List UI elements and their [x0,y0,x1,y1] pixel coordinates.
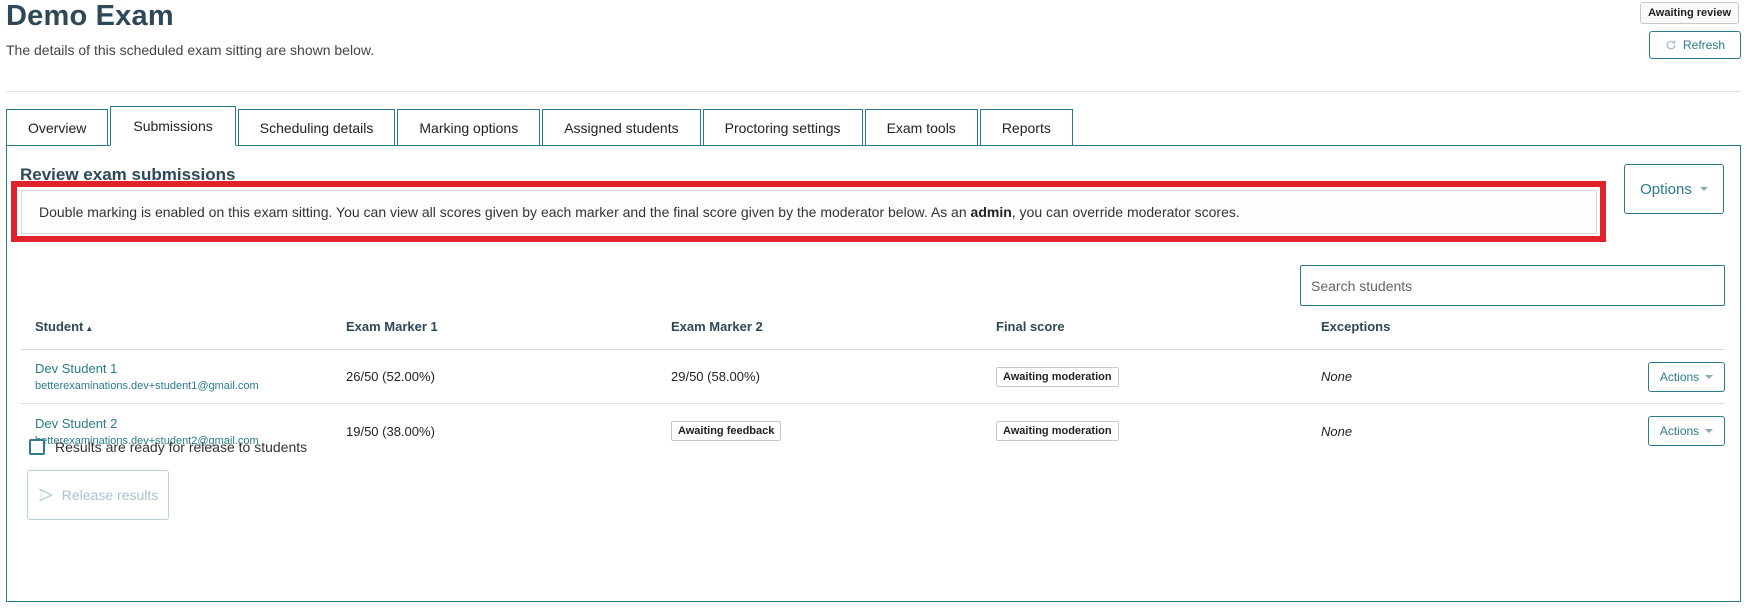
student-email-link[interactable]: betterexaminations.dev+student1@gmail.co… [35,380,346,392]
column-marker-1: Exam Marker 1 [346,319,438,334]
actions-label: Actions [1659,424,1700,438]
marker-1-score: 19/50 (38.00%) [346,423,435,439]
release-ready-label: Results are ready for release to student… [55,439,308,455]
column-exceptions: Exceptions [1321,319,1391,334]
tab-submissions[interactable]: Submissions [110,106,236,146]
status-badge: Awaiting review [1640,2,1739,24]
release-results-button[interactable]: Release results [27,470,169,520]
marker-2-cell: Awaiting feedback [671,421,996,441]
tab-proctoring-settings[interactable]: Proctoring settings [702,109,863,146]
tab-assigned-students[interactable]: Assigned students [542,109,701,146]
refresh-icon [1666,40,1676,50]
column-final-score: Final score [996,319,1065,334]
submissions-table: Student ▲ Exam Marker 1 Exam Marker 2 Fin… [21,304,1725,458]
chevron-down-icon [1699,187,1708,191]
final-score-badge: Awaiting moderation [996,366,1119,387]
exceptions-cell: None Actions [1321,416,1725,446]
options-dropdown[interactable]: Options [1624,164,1724,214]
column-student[interactable]: Student ▲ [21,319,346,334]
exceptions-value: None [1321,423,1353,439]
marker-2-badge: Awaiting feedback [671,421,782,441]
tab-exam-tools[interactable]: Exam tools [864,109,978,146]
release-results-label: Release results [61,487,159,503]
student-cell: Dev Student 1 betterexaminations.dev+stu… [21,361,346,392]
chevron-down-icon [1705,429,1714,433]
tab-overview[interactable]: Overview [6,109,109,146]
student-name-link[interactable]: Dev Student 2 [35,416,346,431]
refresh-button[interactable]: Refresh [1649,31,1741,59]
final-score-badge: Awaiting moderation [996,421,1119,441]
final-score-cell: Awaiting moderation [996,366,1321,387]
table-row: Dev Student 1 betterexaminations.dev+stu… [21,350,1725,404]
column-marker-2: Exam Marker 2 [671,319,763,334]
send-icon [38,488,53,502]
release-ready-checkbox[interactable] [29,439,45,455]
tab-reports[interactable]: Reports [979,109,1073,146]
tab-bar: Overview Submissions Scheduling details … [6,106,1075,146]
row-actions-dropdown[interactable]: Actions [1648,361,1725,392]
exceptions-value: None [1321,369,1353,384]
marker-2-score: 29/50 (58.00%) [671,369,760,384]
exceptions-cell: None Actions [1321,361,1725,392]
sort-asc-icon: ▲ [85,324,94,333]
actions-label: Actions [1659,369,1700,384]
release-ready-checkbox-row[interactable]: Results are ready for release to student… [29,439,307,455]
highlight-frame [11,181,1606,242]
tab-scheduling-details[interactable]: Scheduling details [237,109,396,146]
final-score-cell: Awaiting moderation [996,421,1321,441]
row-actions-dropdown[interactable]: Actions [1648,416,1725,446]
submissions-panel: Review exam submissions Double marking i… [6,145,1741,602]
table-header: Student ▲ Exam Marker 1 Exam Marker 2 Fin… [21,304,1725,350]
refresh-label: Refresh [1682,38,1726,52]
tab-marking-options[interactable]: Marking options [397,109,541,146]
header-divider [6,91,1741,92]
chevron-down-icon [1705,374,1714,379]
student-name-link[interactable]: Dev Student 1 [35,361,346,376]
search-students-input[interactable] [1300,265,1725,306]
page-subtitle: The details of this scheduled exam sitti… [6,42,375,58]
marker-1-score: 26/50 (52.00%) [346,369,435,384]
page-title: Demo Exam [6,0,174,32]
options-label: Options [1640,180,1692,198]
